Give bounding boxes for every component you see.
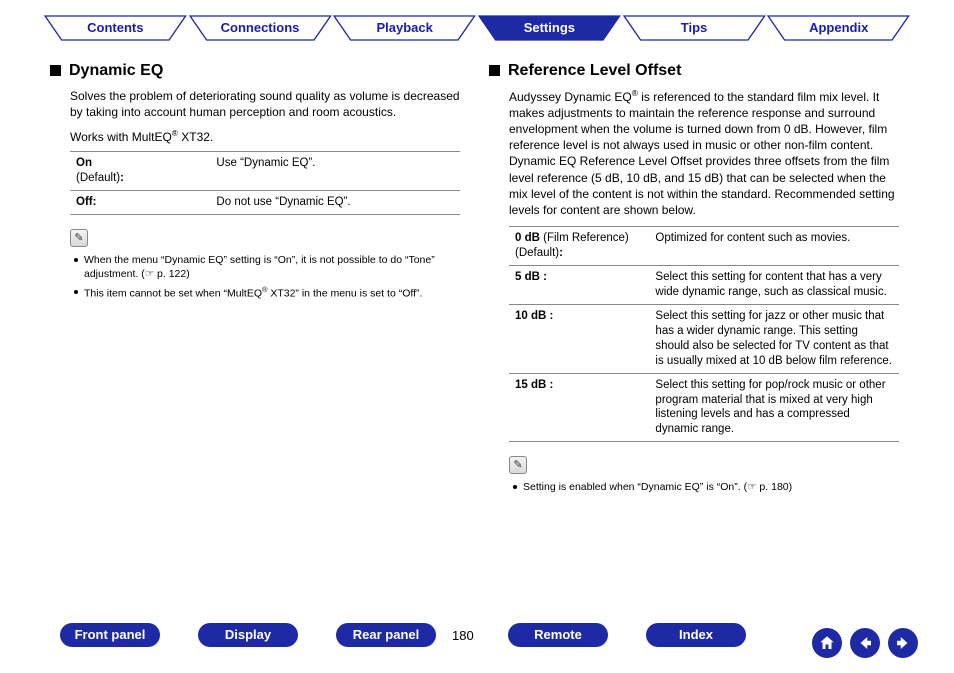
square-bullet-icon [50,65,61,76]
index-button[interactable]: Index [646,623,746,647]
option-key: 0 dB (Film Reference) (Default): [509,227,649,266]
option-value: Select this setting for pop/rock music o… [649,373,899,442]
content-area: Dynamic EQ Solves the problem of deterio… [50,60,904,583]
dyneq-description: Solves the problem of deteriorating soun… [70,88,465,120]
page-number: 180 [452,628,474,643]
note-item: This item cannot be set when “MultEQ® XT… [74,285,465,301]
square-bullet-icon [489,65,500,76]
note-icon: ✎ [509,456,527,474]
option-key: 5 dB : [509,265,649,304]
option-value: Optimized for content such as movies. [649,227,899,266]
table-row: On (Default): Use “Dynamic EQ”. [70,152,460,191]
nav-icons [812,628,918,658]
tab-label: Settings [524,14,575,40]
heading-text: Reference Level Offset [508,60,681,82]
tab-playback[interactable]: Playback [332,14,477,46]
note-item: When the menu “Dynamic EQ” setting is “O… [74,253,465,281]
bottom-bar: Front panel Display Rear panel 180 Remot… [0,615,954,655]
table-row: Off: Do not use “Dynamic EQ”. [70,191,460,215]
section-heading-dyneq: Dynamic EQ [50,60,465,82]
tab-label: Contents [87,14,143,40]
works-with-line: Works with MultEQ® XT32. [70,128,465,145]
notes-list: When the menu “Dynamic EQ” setting is “O… [74,253,465,301]
section-heading-refoffset: Reference Level Offset [489,60,904,82]
refoffset-options-table: 0 dB (Film Reference) (Default): Optimiz… [509,226,899,442]
heading-text: Dynamic EQ [69,60,163,82]
front-panel-button[interactable]: Front panel [60,623,160,647]
rear-panel-button[interactable]: Rear panel [336,623,436,647]
option-key: On (Default): [70,152,210,191]
option-value: Select this setting for content that has… [649,265,899,304]
option-value: Use “Dynamic EQ”. [210,152,460,191]
option-value: Select this setting for jazz or other mu… [649,304,899,373]
top-tabs: Contents Connections Playback Settings T… [43,14,911,46]
tab-label: Connections [221,14,300,40]
tab-label: Tips [681,14,708,40]
table-row: 5 dB : Select this setting for content t… [509,265,899,304]
table-row: 15 dB : Select this setting for pop/rock… [509,373,899,442]
right-column: Reference Level Offset Audyssey Dynamic … [489,60,904,583]
tab-settings[interactable]: Settings [477,14,622,46]
home-icon[interactable] [812,628,842,658]
tab-appendix[interactable]: Appendix [766,14,911,46]
note-icon: ✎ [70,229,88,247]
prev-page-icon[interactable] [850,628,880,658]
tab-connections[interactable]: Connections [188,14,333,46]
tab-label: Playback [376,14,432,40]
tab-contents[interactable]: Contents [43,14,188,46]
next-page-icon[interactable] [888,628,918,658]
left-column: Dynamic EQ Solves the problem of deterio… [50,60,465,583]
option-key: 15 dB : [509,373,649,442]
remote-button[interactable]: Remote [508,623,608,647]
option-key: Off: [70,191,210,215]
display-button[interactable]: Display [198,623,298,647]
dyneq-options-table: On (Default): Use “Dynamic EQ”. Off: Do … [70,151,460,215]
table-row: 10 dB : Select this setting for jazz or … [509,304,899,373]
refoffset-description: Audyssey Dynamic EQ® is referenced to th… [509,88,904,219]
note-item: Setting is enabled when “Dynamic EQ” is … [513,480,904,494]
option-value: Do not use “Dynamic EQ”. [210,191,460,215]
tab-label: Appendix [809,14,868,40]
notes-list: Setting is enabled when “Dynamic EQ” is … [513,480,904,494]
option-key: 10 dB : [509,304,649,373]
table-row: 0 dB (Film Reference) (Default): Optimiz… [509,227,899,266]
tab-tips[interactable]: Tips [622,14,767,46]
